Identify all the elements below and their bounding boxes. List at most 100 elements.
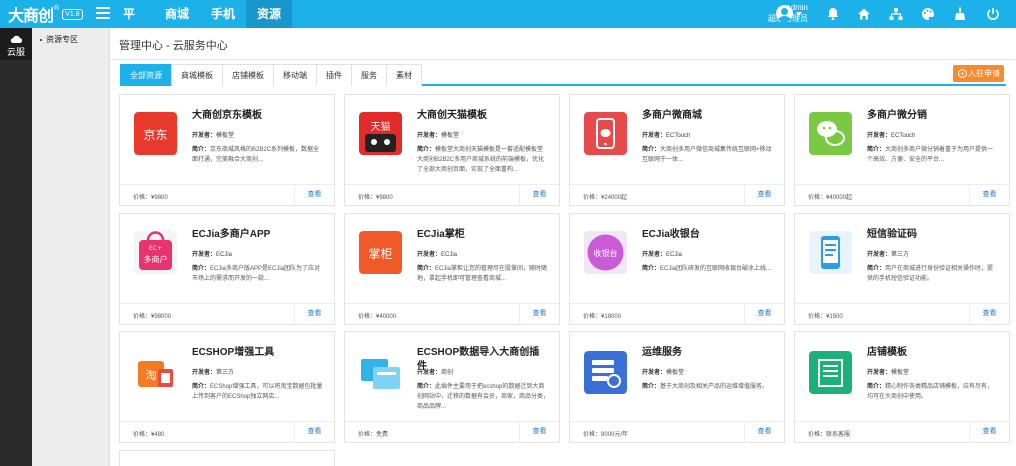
card-footer: 价格：8000元/年 查看 xyxy=(570,421,784,443)
ecjia-cashier-icon: 收银台 xyxy=(584,231,627,274)
view-button[interactable]: 查看 xyxy=(519,304,559,325)
resource-card: ECSHOP数据导入大商创插件 开发者：商创 简介：此插件主要用于把ecshop的数… xyxy=(344,331,560,443)
sub-sidebar-item-resources[interactable]: 资源专区 xyxy=(40,34,78,45)
card-description: 简介：模板堂大商创天猫模板是一套适配模板堂大商创B2B2C多用户商城系统的前端模… xyxy=(417,147,545,173)
resource-card: 掌柜 ECJia掌柜开发者：ECJia 简介：ECJia掌柜让您的管理尽在股掌间，随… xyxy=(344,213,560,325)
main-nav: 平台 商城 手机 资源 xyxy=(112,0,292,49)
svg-text:天猫: 天猫 xyxy=(371,120,391,133)
card-description: 简介：大商创多用户微信商城集传统互联网+移动互联网于一体... xyxy=(642,147,772,163)
card-price: 价格：¥9800 xyxy=(358,195,393,201)
sub-sidebar-item-label: 资源专区 xyxy=(46,35,78,44)
card-description: 简介：京东商城风格的B2B2C系列模板，数据全面打通，完美融合大商创... xyxy=(192,147,320,163)
card-price: 价格：联系客服 xyxy=(808,432,851,438)
resource-card: 淘 ECSHOP增强工具开发者：第三方简介：ECShop增强工具，可以将淘宝数据包… xyxy=(119,331,335,443)
card-title: ECSHOP增强工具 xyxy=(192,347,275,358)
resource-card: 天猫 大商创天猫模板 开发者：模板堂 简介：模板堂大商创天猫模板是一套适配模板堂大商创… xyxy=(344,94,560,206)
sitemap-icon[interactable] xyxy=(888,6,904,22)
cleaner-icon[interactable] xyxy=(952,6,968,22)
card-title: ECJia收银台 xyxy=(642,229,700,240)
nav-item-resources[interactable]: 资源 xyxy=(246,0,292,28)
card-price: 价格：¥40000 xyxy=(358,314,397,320)
card-developer: 开发者：ECTouch xyxy=(642,133,691,139)
view-button[interactable]: 查看 xyxy=(969,185,1009,206)
card-footer: 价格：免费 查看 xyxy=(345,421,559,443)
card-developer: 开发者：模板堂 xyxy=(867,370,910,376)
card-title: 多商户微商城 xyxy=(642,110,702,121)
wechat-distribution-icon xyxy=(809,112,852,155)
card-developer: 开发者：ECJia xyxy=(417,252,458,258)
view-button[interactable]: 查看 xyxy=(744,185,784,206)
resource-card: 店铺模板开发者：模板堂简介：精心制作各类精品店铺模板，应有尽有，均可在大商创中使… xyxy=(794,331,1010,443)
card-price: 价格：¥98000 xyxy=(133,314,172,320)
card-title: 运维服务 xyxy=(642,347,682,358)
home-icon[interactable] xyxy=(856,6,872,22)
card-footer: 价格：¥98000 查看 xyxy=(120,303,334,325)
apply-button-label: 入驻申请 xyxy=(968,69,1000,78)
apply-button[interactable]: + 入驻申请 xyxy=(953,65,1004,82)
sidebar-item-cloud[interactable]: 云服 xyxy=(0,28,32,60)
tab-services[interactable]: 服务 xyxy=(351,64,387,86)
sms-icon xyxy=(809,231,852,274)
sidebar: 云服 xyxy=(0,28,32,466)
card-price: 价格：¥40000起 xyxy=(808,195,853,201)
card-developer: 开发者：第三方 xyxy=(192,370,235,376)
card-footer: 价格：¥40000起 查看 xyxy=(795,184,1009,206)
card-title: 大商创天猫模板 xyxy=(417,110,487,121)
card-developer: 开发者：第三方 xyxy=(867,252,910,258)
jd-logo-icon: 京东 xyxy=(134,112,177,155)
nav-item-mall[interactable]: 商城 xyxy=(154,0,200,28)
tab-mobile[interactable]: 移动端 xyxy=(273,64,317,86)
logo-version: V1.8 xyxy=(62,8,83,20)
mobile-shop-icon xyxy=(584,112,627,155)
card-footer: 价格：¥18000 查看 xyxy=(570,303,784,325)
nav-item-platform[interactable]: 平台 xyxy=(112,0,154,49)
category-tabs: 全部资源 商城模板 店铺模板 移动端 插件 服务 素材 xyxy=(120,64,1006,86)
chevron-down-icon[interactable] xyxy=(796,12,802,16)
menu-toggle-icon[interactable] xyxy=(96,7,110,21)
view-button[interactable]: 查看 xyxy=(294,422,334,443)
view-button[interactable]: 查看 xyxy=(519,185,559,206)
card-price: 价格：¥480 xyxy=(133,432,165,438)
power-icon[interactable] xyxy=(985,6,1001,22)
data-import-icon xyxy=(359,351,402,394)
svg-text:收银台: 收银台 xyxy=(594,248,618,258)
card-title: ECJia多商户APP xyxy=(192,229,271,240)
nav-item-mobile[interactable]: 手机 xyxy=(200,0,246,28)
view-button[interactable]: 查看 xyxy=(744,304,784,325)
tab-store-templates[interactable]: 店铺模板 xyxy=(222,64,274,86)
card-price: 价格：¥9800 xyxy=(133,195,168,201)
view-button[interactable]: 查看 xyxy=(744,422,784,443)
view-button[interactable]: 查看 xyxy=(519,422,559,443)
tab-plugins[interactable]: 插件 xyxy=(316,64,352,86)
card-description: 简介：精心制作各类精品店铺模板，应有尽有，均可在大商创中使用。 xyxy=(867,384,994,400)
card-price: 价格：免费 xyxy=(358,432,389,438)
logo[interactable]: 大商创 ® V1.8 xyxy=(8,3,86,25)
view-button[interactable]: 查看 xyxy=(294,185,334,206)
avatar[interactable] xyxy=(776,5,793,22)
bell-icon[interactable] xyxy=(825,6,841,22)
svg-text:京东: 京东 xyxy=(143,128,167,142)
card-developer: 开发者：商创 xyxy=(417,370,454,376)
svg-text:多商户: 多商户 xyxy=(144,254,168,264)
palette-icon[interactable] xyxy=(920,6,936,22)
top-bar: 大商创 ® V1.8 平台 商城 手机 资源 admin 超级管理员 xyxy=(0,0,1016,49)
tmall-logo-icon: 天猫 xyxy=(359,112,402,155)
card-description: 简介：ECJia多商户版APP是ECJia团队为了应对市场上的需求而开发的一款.… xyxy=(192,266,321,282)
card-title: ECJia掌柜 xyxy=(417,229,465,240)
view-button[interactable]: 查看 xyxy=(969,422,1009,443)
card-footer: 价格：¥9800 查看 xyxy=(345,184,559,206)
view-button[interactable]: 查看 xyxy=(294,304,334,325)
resource-card: 京东 大商创京东模板 开发者：模板堂 简介：京东商城风格的B2B2C系列模板，数据全面… xyxy=(119,94,335,206)
card-title: 店铺模板 xyxy=(867,347,907,358)
card-description: 简介：ECJia掌柜让您的管理尽在股掌间，随时随地，拿起手机即可管理查看商城..… xyxy=(417,266,548,282)
tab-mall-templates[interactable]: 商城模板 xyxy=(171,64,223,86)
tab-all[interactable]: 全部资源 xyxy=(120,64,172,86)
tab-materials[interactable]: 素材 xyxy=(386,64,422,86)
sub-sidebar: 资源专区 xyxy=(32,28,110,466)
card-description: 简介：ECShop增强工具，可以将淘宝数据包批量上传到客户的ECShop独立网店… xyxy=(192,384,323,400)
view-button[interactable]: 查看 xyxy=(969,304,1009,325)
resource-card: 短信验证码 开发者：第三方 简介：用户在商城进行身份验证相关操作时，提供的手机短信验… xyxy=(794,213,1010,325)
logo-registered-mark: ® xyxy=(54,5,60,12)
svg-text:淘: 淘 xyxy=(146,369,157,382)
ecjia-manager-icon: 掌柜 xyxy=(359,231,402,274)
